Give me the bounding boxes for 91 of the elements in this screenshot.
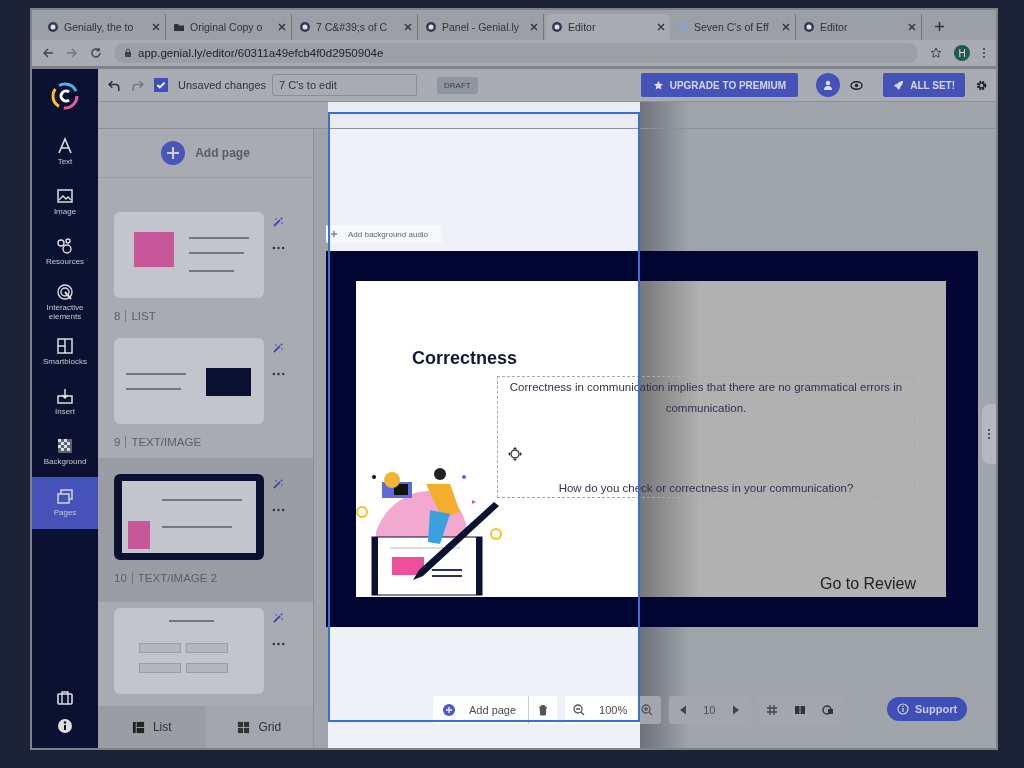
more-options-icon[interactable] xyxy=(272,246,285,250)
nav-item[interactable]: Resources xyxy=(32,227,98,277)
plus-icon xyxy=(330,230,338,238)
more-options-icon[interactable] xyxy=(272,372,285,376)
publish-button[interactable]: ALL SET! xyxy=(883,73,965,97)
move-handle-icon[interactable] xyxy=(508,447,522,461)
nav-icon xyxy=(56,337,74,356)
add-page-button[interactable]: Add page xyxy=(161,141,250,165)
nav-icon xyxy=(56,488,74,507)
zoom-out-icon xyxy=(573,704,586,716)
view-tab[interactable]: Grid xyxy=(205,706,313,748)
info-icon[interactable] xyxy=(57,718,73,734)
nav-icon xyxy=(56,437,74,456)
nav-icon xyxy=(56,137,74,156)
back-icon[interactable] xyxy=(42,47,54,59)
side-panel-handle[interactable] xyxy=(982,404,996,464)
trash-icon xyxy=(537,704,550,716)
close-icon[interactable] xyxy=(782,23,790,31)
nav-item[interactable]: Image xyxy=(32,177,98,227)
page-label: 10 TEXT/IMAGE 2 xyxy=(114,572,219,584)
nav-item[interactable]: Smartblocks xyxy=(32,327,98,377)
save-status: Unsaved changes xyxy=(178,79,267,91)
page-label: 8 LIST xyxy=(114,310,157,322)
reload-icon[interactable] xyxy=(90,47,102,59)
magic-wand-icon[interactable] xyxy=(272,612,284,624)
star-icon[interactable] xyxy=(930,47,942,59)
nav-icon xyxy=(56,282,74,301)
briefcase-icon[interactable] xyxy=(57,690,73,706)
more-options-icon xyxy=(987,428,991,440)
close-icon[interactable] xyxy=(657,23,665,31)
logo-icon[interactable] xyxy=(50,81,80,111)
draft-badge: DRAFT xyxy=(437,76,478,94)
nav-item[interactable]: Insert xyxy=(32,377,98,427)
list-icon xyxy=(131,720,145,734)
favicon-icon xyxy=(299,21,311,33)
view-tab[interactable]: List xyxy=(98,706,206,748)
folder-icon xyxy=(173,21,185,33)
close-icon[interactable] xyxy=(152,23,160,31)
zoom-in-icon xyxy=(641,704,654,716)
page-number: 10 xyxy=(702,704,717,716)
settings-icon[interactable] xyxy=(975,78,988,92)
close-icon[interactable] xyxy=(278,23,286,31)
magic-wand-icon[interactable] xyxy=(272,342,284,354)
go-to-review-link[interactable]: Go to Review xyxy=(819,575,916,593)
more-options-icon[interactable] xyxy=(272,642,285,646)
favicon-icon xyxy=(425,21,437,33)
close-icon[interactable] xyxy=(530,23,538,31)
checkbox[interactable] xyxy=(154,78,168,92)
nav-item[interactable]: Pages xyxy=(32,477,98,529)
document-icon xyxy=(677,21,689,33)
zoom-level: 100% xyxy=(598,704,629,716)
plus-icon xyxy=(161,141,186,165)
favicon-icon xyxy=(551,21,563,33)
browser-tab[interactable]: Editor xyxy=(546,14,670,40)
favicon-icon xyxy=(803,21,815,33)
close-icon[interactable] xyxy=(404,23,412,31)
add-audio-button[interactable]: Add background audio xyxy=(326,225,443,243)
title-field[interactable]: 7 C's to edit xyxy=(272,74,418,96)
eye-icon[interactable] xyxy=(850,78,864,92)
profile-avatar[interactable]: H xyxy=(954,45,970,61)
nav-icon xyxy=(56,187,74,206)
more-options-icon[interactable] xyxy=(272,508,285,512)
rocket-icon xyxy=(893,79,905,91)
magic-wand-icon[interactable] xyxy=(272,216,284,228)
close-icon[interactable] xyxy=(908,23,916,31)
upgrade-button[interactable]: UPGRADE TO PREMIUM xyxy=(640,73,799,97)
new-tab-icon[interactable] xyxy=(934,21,945,32)
grid-icon xyxy=(237,720,251,734)
user-icon[interactable] xyxy=(816,73,841,97)
page-label: 9 TEXT/IMAGE xyxy=(114,436,203,448)
nav-item[interactable]: Text xyxy=(32,127,98,177)
nav-item[interactable]: Background xyxy=(32,427,98,477)
page-item[interactable]: 8 LIST xyxy=(98,206,313,332)
magic-wand-icon[interactable] xyxy=(272,478,284,490)
nav-icon xyxy=(56,387,74,406)
menu-icon[interactable] xyxy=(982,47,986,59)
favicon-icon xyxy=(47,21,59,33)
help-icon xyxy=(897,703,909,715)
nav-item[interactable]: Interactive elements xyxy=(32,277,98,327)
support-button[interactable]: Support xyxy=(887,697,968,721)
undo-icon[interactable] xyxy=(108,78,121,92)
page-item[interactable]: 9 TEXT/IMAGE xyxy=(98,332,313,458)
hash-icon xyxy=(765,704,778,716)
columns-icon xyxy=(793,704,806,716)
lock-icon xyxy=(124,48,132,58)
plus-icon xyxy=(443,704,455,716)
star-icon xyxy=(652,79,664,91)
address-bar[interactable]: app.genial.ly/editor/60311a49efcb4f0d2950904e xyxy=(114,43,918,63)
nav-icon xyxy=(56,237,74,256)
layers-icon xyxy=(821,704,834,716)
slide-title[interactable]: Correctness xyxy=(412,345,518,371)
